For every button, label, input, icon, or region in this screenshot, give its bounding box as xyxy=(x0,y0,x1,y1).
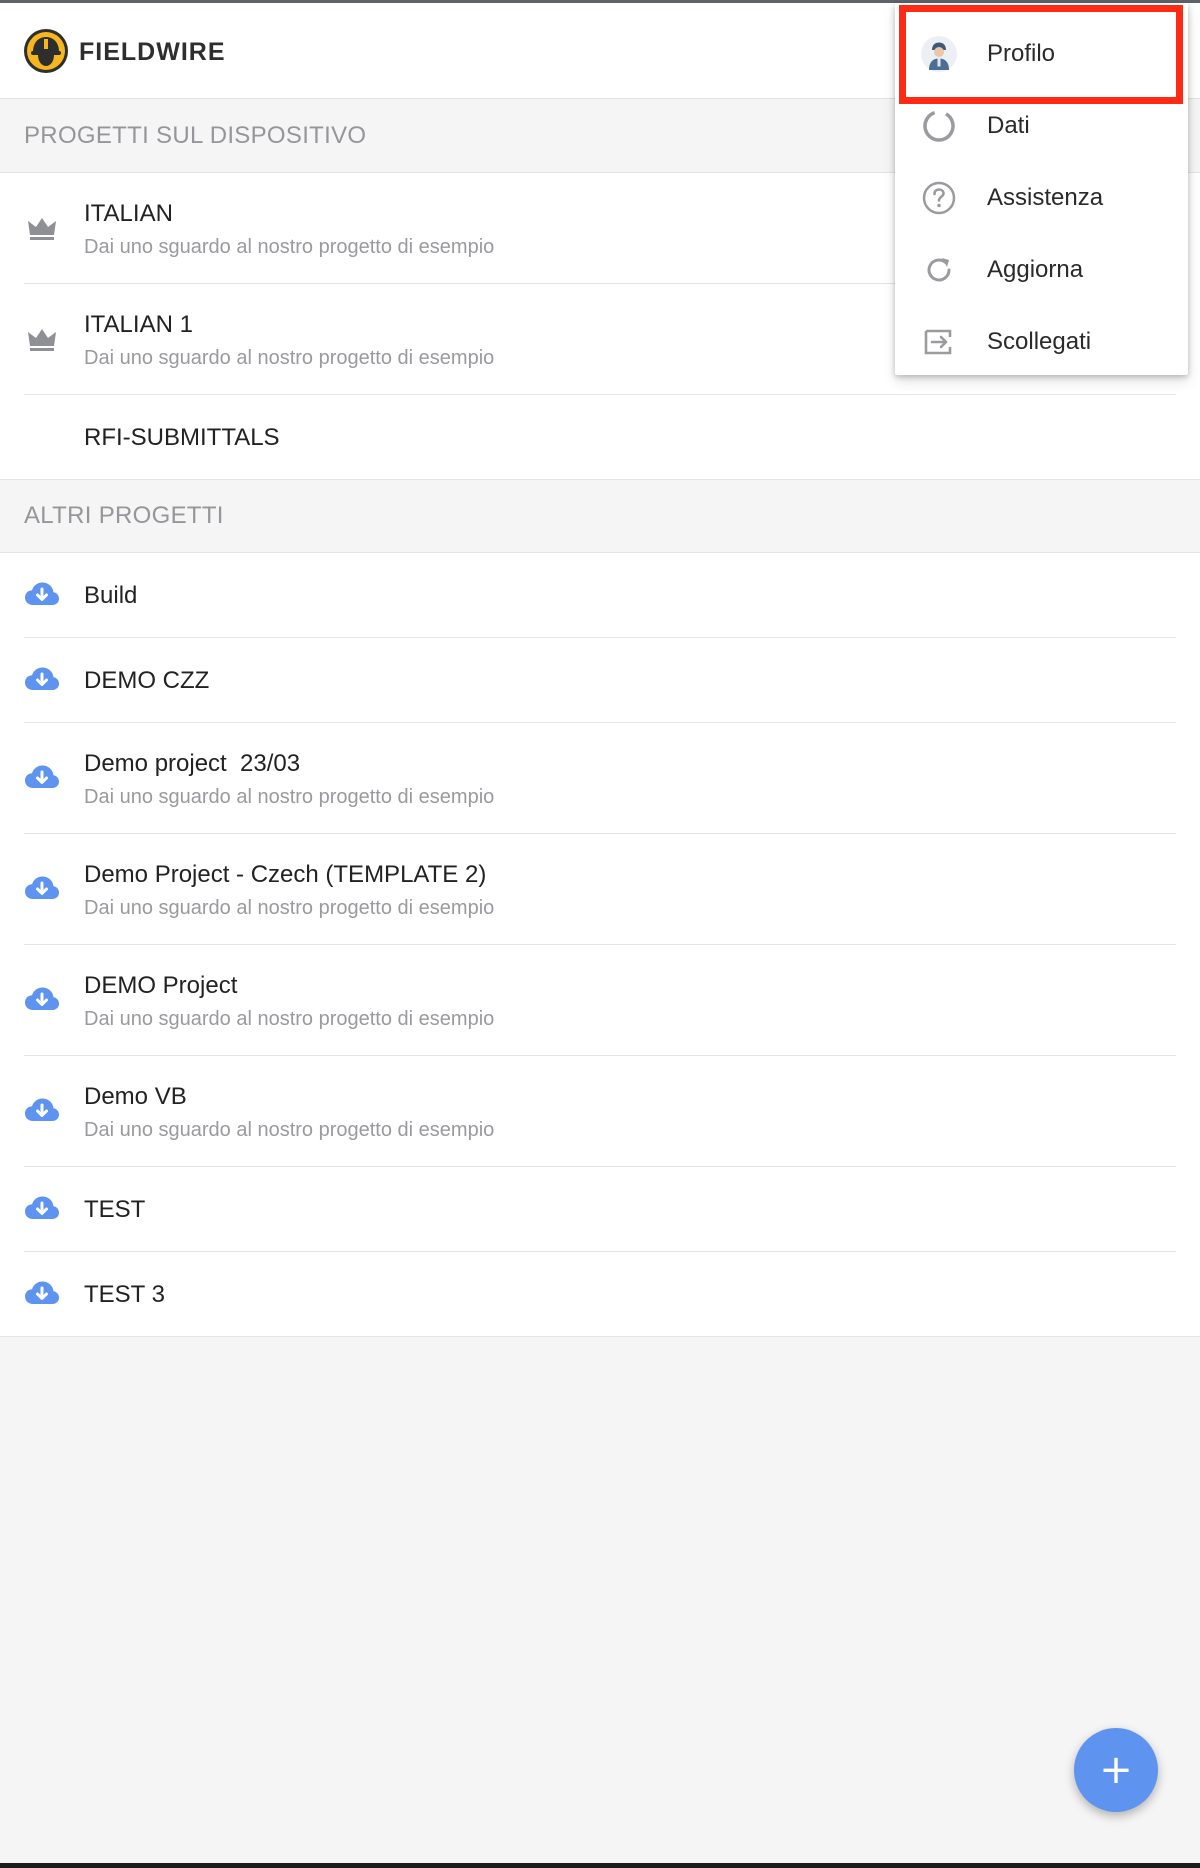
menu-item-label: Dati xyxy=(987,112,1030,139)
project-row-demo-czz[interactable]: DEMO CZZ xyxy=(0,638,1200,723)
project-name: Demo Project - Czech (TEMPLATE 2) xyxy=(84,861,487,888)
cloud-download-icon[interactable] xyxy=(24,577,60,613)
project-row-demo-project-upper[interactable]: DEMO Project Dai uno sguardo al nostro p… xyxy=(0,945,1200,1056)
project-name: ITALIAN 1 xyxy=(84,311,193,338)
project-row-test-3[interactable]: TEST 3 xyxy=(0,1252,1200,1337)
cloud-download-icon[interactable] xyxy=(24,1191,60,1227)
project-name: TEST 3 xyxy=(84,1281,165,1308)
project-subtitle: Dai uno sguardo al nostro progetto di es… xyxy=(84,1008,495,1030)
project-row-demo-vb[interactable]: Demo VB Dai uno sguardo al nostro proget… xyxy=(0,1056,1200,1167)
app-brand-name: FIELDWIRE xyxy=(79,38,226,66)
project-subtitle: Dai uno sguardo al nostro progetto di es… xyxy=(84,1119,495,1141)
project-row-demo-project-czech[interactable]: Demo Project - Czech (TEMPLATE 2) Dai un… xyxy=(0,834,1200,945)
refresh-icon xyxy=(927,258,951,282)
project-subtitle: Dai uno sguardo al nostro progetto di es… xyxy=(84,236,495,258)
cloud-download-icon[interactable] xyxy=(24,982,60,1018)
project-subtitle: Dai uno sguardo al nostro progetto di es… xyxy=(84,897,495,919)
menu-item-label: Profilo xyxy=(987,40,1056,67)
add-project-button[interactable]: + xyxy=(1074,1728,1158,1812)
menu-item-label: Scollegati xyxy=(987,328,1092,355)
logout-icon xyxy=(924,329,952,355)
project-row-test[interactable]: TEST xyxy=(0,1167,1200,1252)
menu-item-dati[interactable]: Dati xyxy=(895,90,1188,162)
menu-item-label: Aggiorna xyxy=(987,256,1084,283)
project-name: DEMO CZZ xyxy=(84,667,210,694)
project-name: Build xyxy=(84,582,138,609)
row-divider xyxy=(0,1336,1200,1337)
project-name: TEST xyxy=(84,1196,146,1223)
menu-item-aggiorna[interactable]: Aggiorna xyxy=(895,234,1188,306)
cloud-download-icon[interactable] xyxy=(24,1093,60,1129)
crown-icon xyxy=(28,329,56,351)
menu-item-profilo[interactable]: Profilo xyxy=(895,18,1188,90)
crown-icon xyxy=(28,218,56,240)
cloud-download-icon[interactable] xyxy=(24,760,60,796)
section-header-other-projects: ALTRI PROGETTI xyxy=(0,480,1200,553)
project-name: DEMO Project xyxy=(84,972,238,999)
project-row-rfi-submittals[interactable]: RFI-SUBMITTALS xyxy=(0,395,1200,480)
project-name: Demo project 23/03 xyxy=(84,750,301,777)
project-row-demo-project-2303[interactable]: Demo project 23/03 Dai uno sguardo al no… xyxy=(0,723,1200,834)
project-name: Demo VB xyxy=(84,1083,187,1110)
project-subtitle: Dai uno sguardo al nostro progetto di es… xyxy=(84,786,495,808)
avatar-icon xyxy=(921,36,957,72)
bottom-bar xyxy=(0,1863,1200,1868)
data-circle-icon xyxy=(923,110,955,142)
overflow-menu: Profilo Dati Assistenza Aggiorna Scolleg… xyxy=(895,3,1188,375)
menu-item-label: Assistenza xyxy=(987,184,1104,211)
fieldwire-logo-icon xyxy=(24,29,68,73)
project-name: ITALIAN xyxy=(84,200,173,227)
cloud-download-icon[interactable] xyxy=(24,1276,60,1312)
cloud-download-icon[interactable] xyxy=(24,662,60,698)
menu-item-assistenza[interactable]: Assistenza xyxy=(895,162,1188,234)
menu-item-scollegati[interactable]: Scollegati xyxy=(895,306,1188,378)
project-row-build[interactable]: Build xyxy=(0,553,1200,638)
help-icon xyxy=(922,181,956,215)
cloud-download-icon[interactable] xyxy=(24,871,60,907)
other-projects-list: Build DEMO CZZ Demo project 23/03 Dai un… xyxy=(0,553,1200,1337)
project-subtitle: Dai uno sguardo al nostro progetto di es… xyxy=(84,347,495,369)
project-name: RFI-SUBMITTALS xyxy=(84,424,280,451)
